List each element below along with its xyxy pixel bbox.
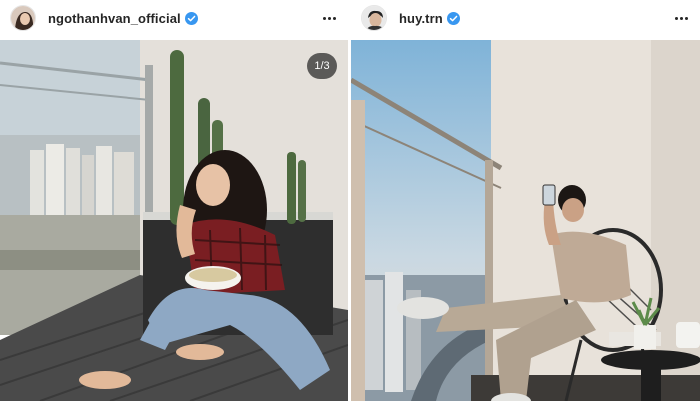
avatar[interactable] <box>361 5 387 31</box>
post-header: huy.trn <box>351 0 700 36</box>
verified-badge-icon <box>184 11 198 25</box>
verified-badge-icon <box>446 11 460 25</box>
post-photo[interactable] <box>0 40 348 401</box>
avatar[interactable] <box>10 5 36 31</box>
media-counter-badge: 1/3 <box>307 53 337 79</box>
post-card-left: ngothanhvan_official 1/3 <box>0 0 348 401</box>
post-card-right: huy.trn <box>351 0 700 401</box>
avatar-image <box>11 6 35 30</box>
photo-man-balcony <box>351 40 700 401</box>
post-photo[interactable] <box>351 40 700 401</box>
photo-woman-balcony <box>0 40 348 401</box>
username[interactable]: huy.trn <box>399 11 443 26</box>
avatar-image <box>362 6 386 30</box>
post-header: ngothanhvan_official <box>0 0 348 36</box>
more-horizontal-icon <box>675 16 678 20</box>
more-options-button[interactable] <box>673 11 690 26</box>
username[interactable]: ngothanhvan_official <box>48 11 181 26</box>
more-horizontal-icon <box>323 16 326 20</box>
more-options-button[interactable] <box>321 11 338 26</box>
